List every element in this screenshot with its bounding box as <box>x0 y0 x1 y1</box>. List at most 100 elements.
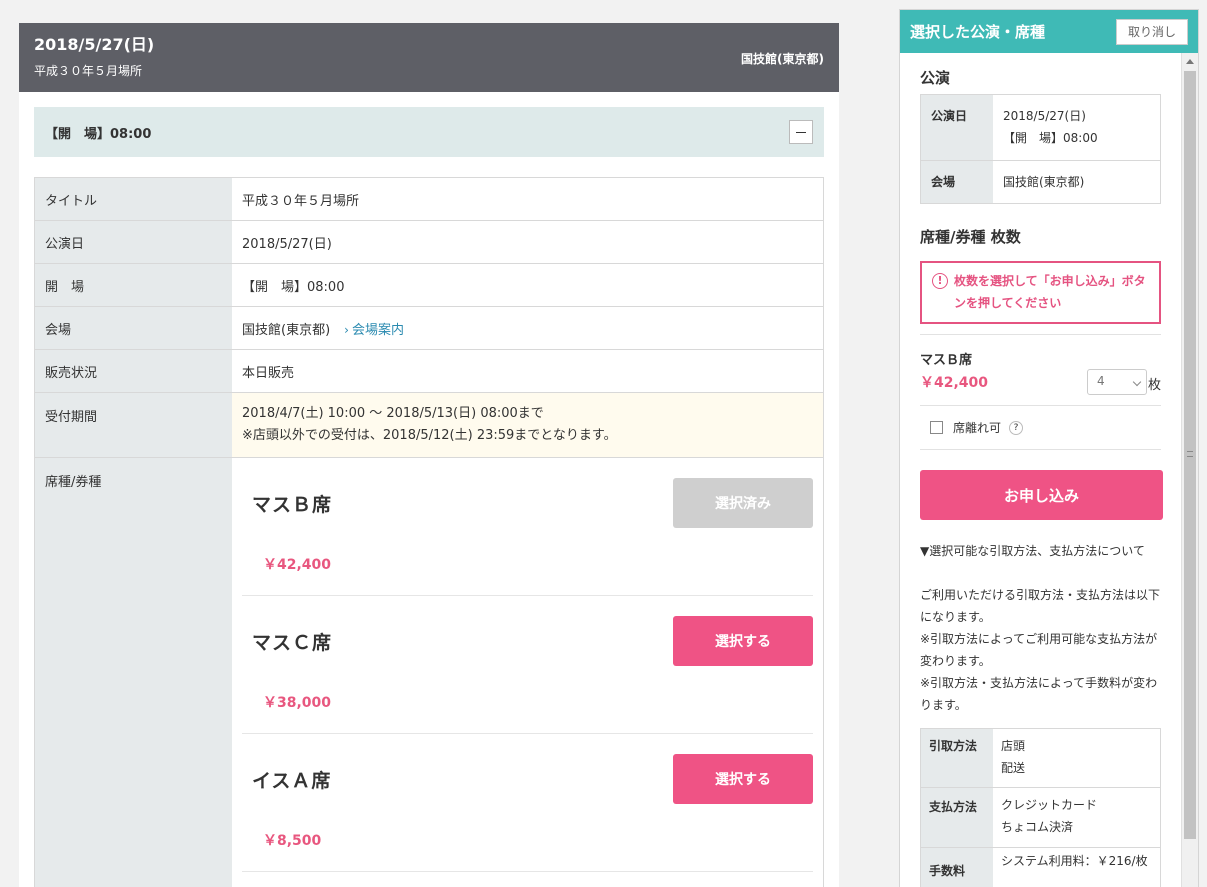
help-icon[interactable]: ? <box>1009 420 1024 435</box>
note-line: ※引取方法によってご利用可能な支払方法が変わります。 <box>920 632 1158 668</box>
perf-row-venue: 会場 国技館(東京都) <box>921 161 1160 204</box>
sidebar-header: 選択した公演・席種 取り消し <box>900 10 1198 53</box>
event-venue: 国技館(東京都) <box>741 52 824 66</box>
period-note: ※店頭以外での受付は、2018/5/12(土) 23:59までとなります。 <box>242 428 617 443</box>
seat-item: マスＢ席 ￥42,400 選択済み <box>242 458 813 596</box>
event-info-table: タイトル 平成３０年５月場所 公演日 2018/5/27(日) 開 場 【開 場… <box>34 177 824 887</box>
pickup-option: 配送 <box>1001 761 1026 775</box>
info-row-sales-status: 販売状況 本日販売 <box>35 350 823 393</box>
method-key: 手数料 <box>921 848 993 887</box>
perf-table: 公演日 2018/5/27(日) 【開 場】08:00 会場 国技館(東京都) <box>920 94 1161 204</box>
info-value: 平成３０年５月場所 <box>242 193 360 209</box>
seat-selected-button[interactable]: 選択済み <box>673 478 813 528</box>
info-key: 販売状況 <box>35 350 232 392</box>
selection-sidebar: 選択した公演・席種 取り消し 公演 公演日 2018/5/27(日) 【開 場】… <box>899 9 1199 887</box>
seat-item: イスＡ席 ￥8,500 選択する <box>242 734 813 872</box>
seat-name: マスＣ席 <box>252 632 333 654</box>
opening-time-bar[interactable]: 【開 場】08:00 <box>34 107 824 157</box>
payment-option: ちょコム決済 <box>1001 820 1074 834</box>
event-header: 2018/5/27(日) 平成３０年５月場所 国技館(東京都) <box>19 23 839 92</box>
chevron-down-icon <box>1132 377 1142 387</box>
perf-key: 会場 <box>921 161 993 203</box>
info-key: 席種/券種 <box>35 458 232 887</box>
info-key: 受付期間 <box>35 393 232 457</box>
info-value: 【開 場】08:00 <box>242 279 345 295</box>
quantity-select[interactable]: 4 <box>1087 369 1147 395</box>
quantity-value: 4 <box>1097 374 1105 388</box>
info-row-open: 開 場 【開 場】08:00 <box>35 264 823 307</box>
info-row-title: タイトル 平成３０年５月場所 <box>35 178 823 221</box>
method-value: 店頭 配送 <box>993 729 1160 787</box>
sidebar-scrollbar[interactable] <box>1181 53 1198 887</box>
venue-guide-link[interactable]: › 会場案内 <box>344 319 404 338</box>
method-value: クレジットカード ちょコム決済 <box>993 788 1160 847</box>
note-heading: ▼選択可能な引取方法、支払方法について <box>920 544 1145 558</box>
cancel-button[interactable]: 取り消し <box>1116 18 1188 45</box>
method-row-pickup: 引取方法 店頭 配送 <box>921 729 1160 788</box>
scrollbar-thumb[interactable] <box>1184 71 1196 839</box>
event-panel: 2018/5/27(日) 平成３０年５月場所 国技館(東京都) 【開 場】08:… <box>19 23 839 887</box>
period-line: 2018/4/7(土) 10:00 ～ 2018/5/13(日) 08:00まで <box>242 406 544 421</box>
perf-date: 2018/5/27(日) <box>1003 109 1086 123</box>
note-line: ※引取方法・支払方法によって手数料が変わります。 <box>920 676 1158 712</box>
note-line: ご利用いただける引取方法・支払方法は以下になります。 <box>920 588 1161 624</box>
collapse-toggle-icon[interactable] <box>789 120 813 144</box>
info-row-seats: 席種/券種 マスＢ席 ￥42,400 選択済み マスＣ席 ￥38,000 選択す… <box>35 458 823 887</box>
warning-text: 枚数を選択して「お申し込み」ボタンを押してください <box>954 274 1146 310</box>
perf-section-title: 公演 <box>920 69 951 87</box>
event-subtitle: 平成３０年５月場所 <box>34 64 143 78</box>
venue-text: 国技館(東京都) <box>242 322 331 338</box>
warning-message: ! 枚数を選択して「お申し込み」ボタンを押してください <box>920 261 1161 324</box>
venue-guide-label: 会場案内 <box>351 322 404 338</box>
info-key: 公演日 <box>35 221 232 263</box>
perf-venue: 国技館(東京都) <box>1003 175 1085 189</box>
method-row-payment: 支払方法 クレジットカード ちょコム決済 <box>921 788 1160 848</box>
scroll-up-icon[interactable] <box>1186 59 1194 64</box>
info-value-period: 2018/4/7(土) 10:00 ～ 2018/5/13(日) 08:00まで… <box>232 393 823 457</box>
seat-select-button[interactable]: 選択する <box>673 754 813 804</box>
perf-open: 【開 場】08:00 <box>1003 131 1098 145</box>
seat-section-title: 席種/券種 枚数 <box>920 228 1021 246</box>
payment-option: クレジットカード <box>1001 798 1098 812</box>
method-key: 支払方法 <box>921 788 993 847</box>
seat-list: マスＢ席 ￥42,400 選択済み マスＣ席 ￥38,000 選択する イスＡ席… <box>232 458 823 887</box>
info-value-venue: 国技館(東京都) › 会場案内 <box>232 307 823 349</box>
seat-name: マスＢ席 <box>252 494 333 516</box>
info-key: タイトル <box>35 178 232 220</box>
chevron-right-icon: › <box>344 322 349 337</box>
divider <box>920 449 1161 450</box>
quantity-unit: 枚 <box>1147 378 1161 393</box>
selected-seat: マスＢ席 ￥42,400 4 枚 <box>920 335 1161 405</box>
event-date: 2018/5/27(日) <box>34 35 155 54</box>
seat-price: ￥38,000 <box>263 695 332 711</box>
method-table: 引取方法 店頭 配送 支払方法 クレジットカード ちょコム決済 手数料 システム… <box>920 728 1161 887</box>
method-row-fee: 手数料 システム利用料：￥216/枚 <box>921 848 1160 887</box>
selected-seat-name: マスＢ席 <box>920 353 973 368</box>
seat-select-button[interactable]: 選択する <box>673 616 813 666</box>
separate-seats-checkbox[interactable] <box>930 421 943 434</box>
info-key: 開 場 <box>35 264 232 306</box>
selected-seat-price: ￥42,400 <box>920 375 989 391</box>
info-row-date: 公演日 2018/5/27(日) <box>35 221 823 264</box>
perf-key: 公演日 <box>921 95 993 160</box>
pickup-option: 店頭 <box>1001 739 1026 753</box>
perf-value: 2018/5/27(日) 【開 場】08:00 <box>993 95 1160 160</box>
fee-value: システム利用料：￥216/枚 <box>1001 854 1148 868</box>
sidebar-body: 公演 公演日 2018/5/27(日) 【開 場】08:00 会場 国技館(東京… <box>900 53 1181 887</box>
info-value: 2018/5/27(日) <box>242 236 332 252</box>
seat-item: マスＣ席 ￥38,000 選択する <box>242 596 813 734</box>
info-value: 本日販売 <box>242 365 295 381</box>
opening-time-label: 【開 場】08:00 <box>45 126 152 142</box>
alert-icon: ! <box>932 273 948 289</box>
perf-row-date: 公演日 2018/5/27(日) 【開 場】08:00 <box>921 95 1160 161</box>
seat-name: イスＡ席 <box>252 770 332 792</box>
info-key: 会場 <box>35 307 232 349</box>
method-key: 引取方法 <box>921 729 993 787</box>
apply-button[interactable]: お申し込み <box>920 470 1163 520</box>
method-note: ▼選択可能な引取方法、支払方法について ご利用いただける引取方法・支払方法は以下… <box>920 540 1161 716</box>
separate-seats-option[interactable]: 席離れ可 ? <box>920 406 1161 449</box>
sidebar-title: 選択した公演・席種 <box>910 23 1046 41</box>
seat-price: ￥8,500 <box>263 833 322 849</box>
info-row-period: 受付期間 2018/4/7(土) 10:00 ～ 2018/5/13(日) 08… <box>35 393 823 458</box>
grip-icon <box>1187 451 1193 457</box>
